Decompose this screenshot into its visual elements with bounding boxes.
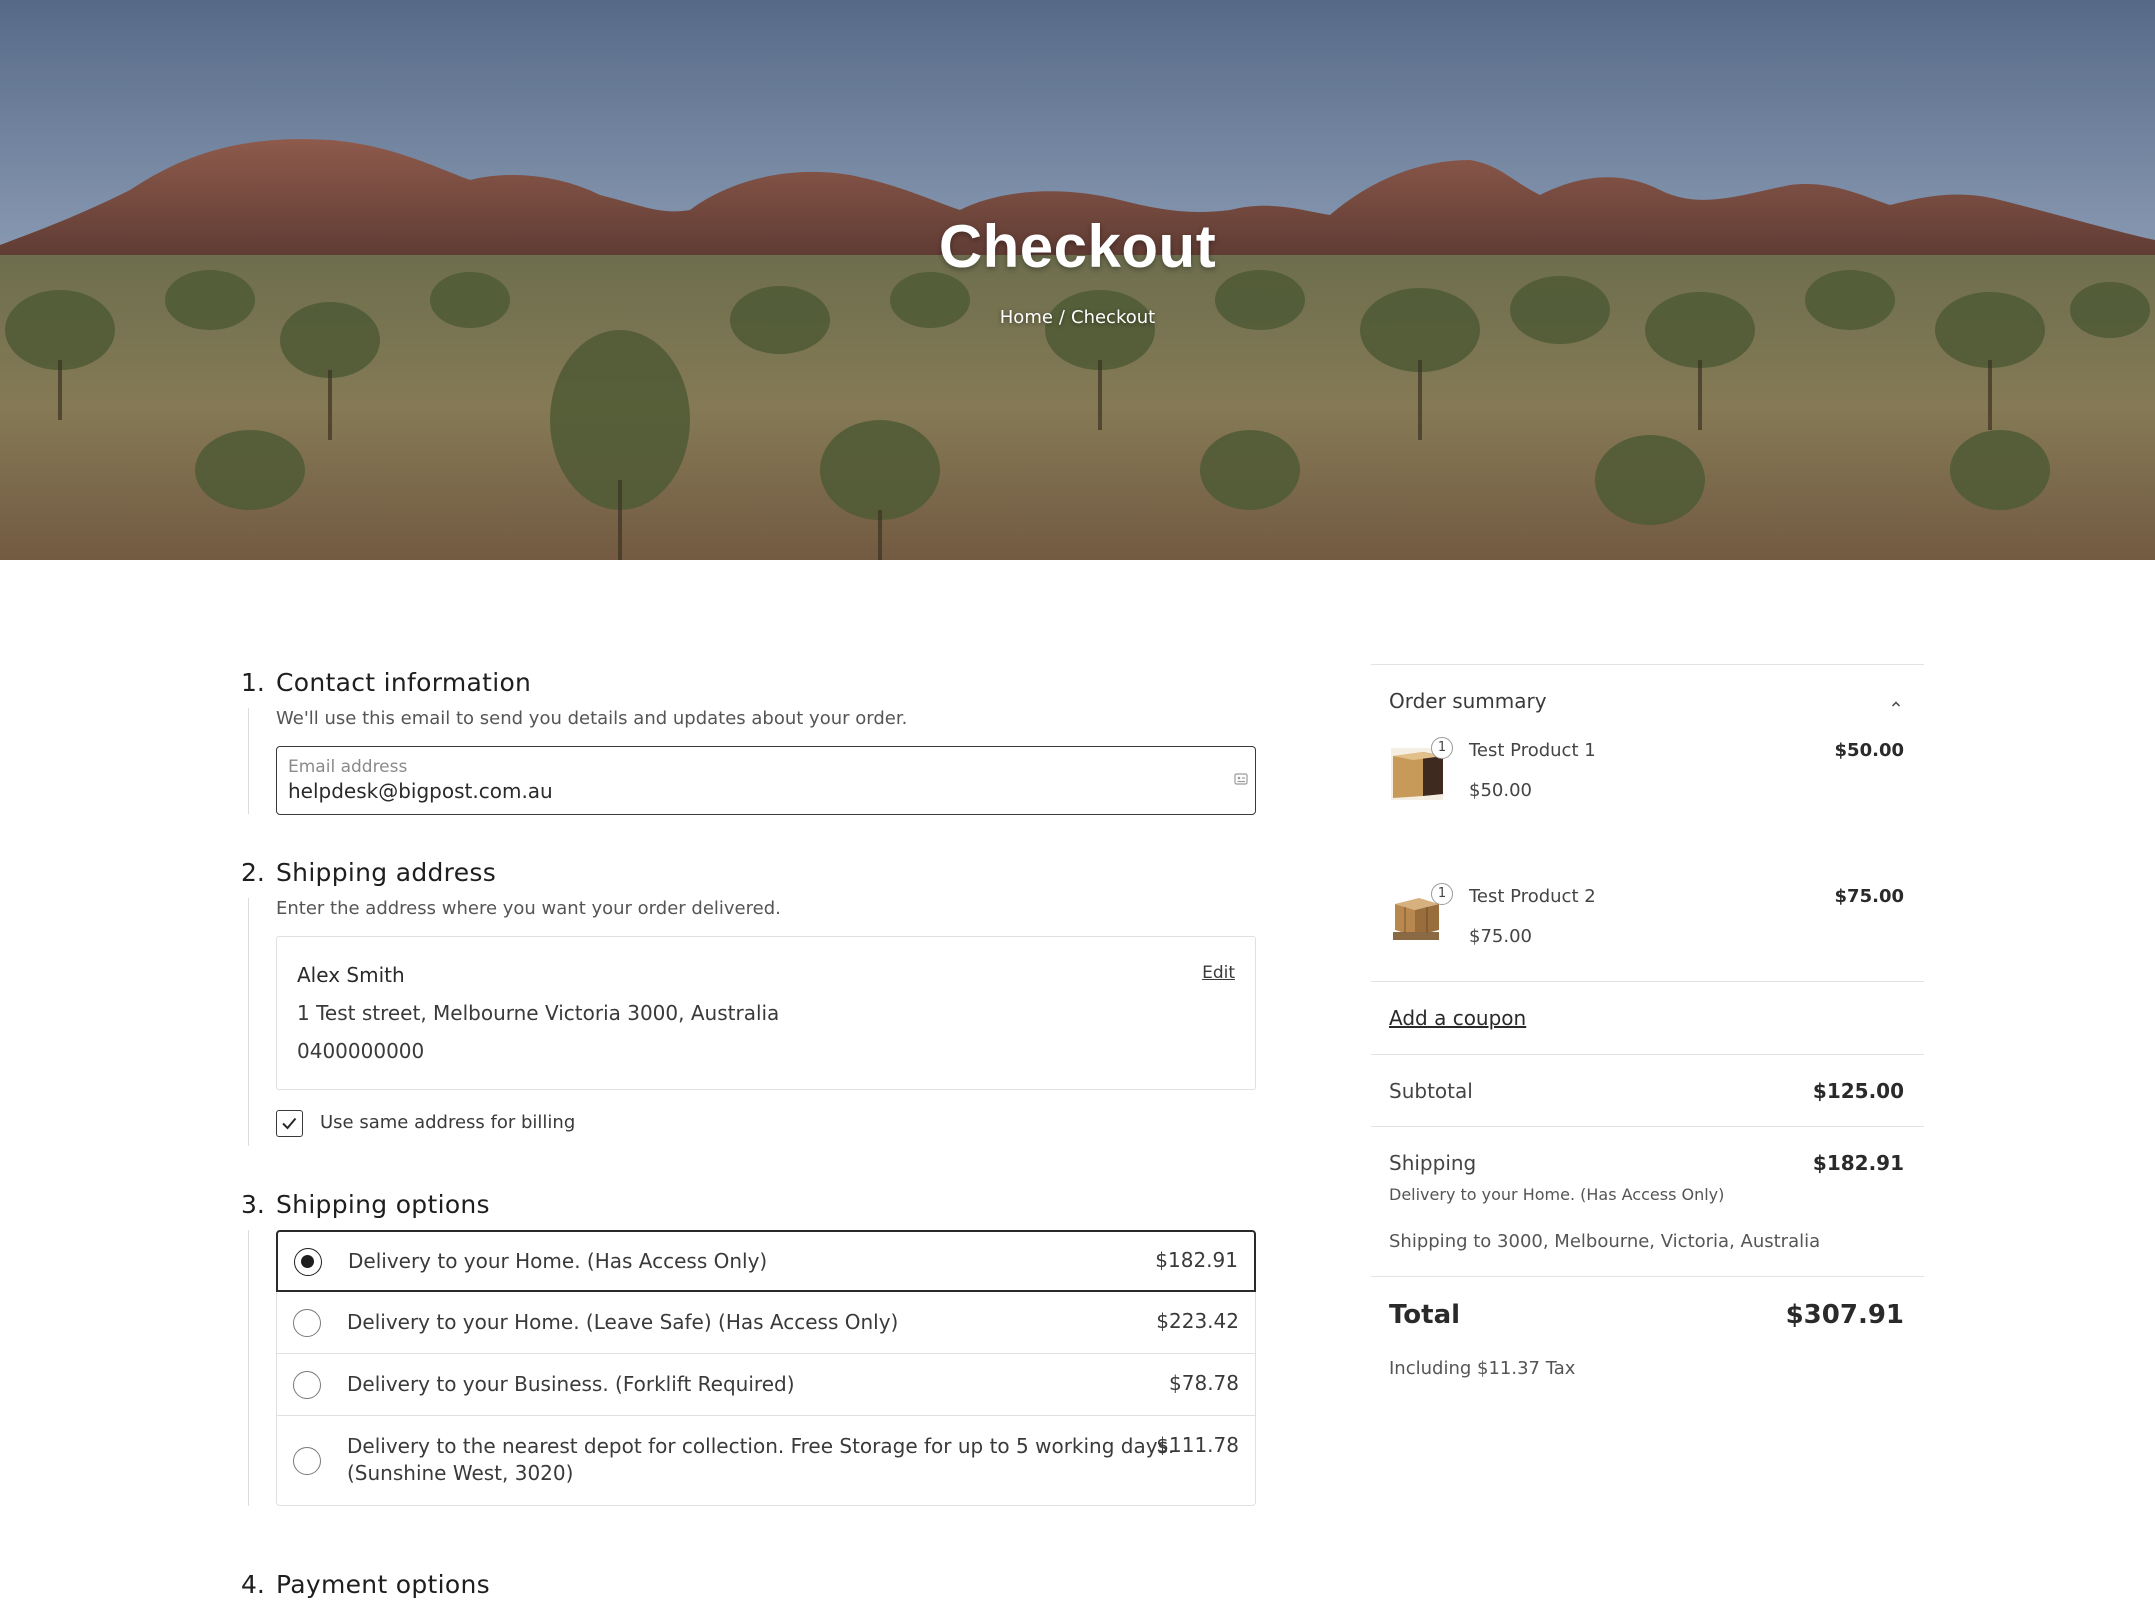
payment-options-section-title: Payment options bbox=[276, 1570, 490, 1599]
shipping-option-label: Delivery to your Business. (Forklift Req… bbox=[347, 1372, 795, 1396]
product-name: Test Product 2 bbox=[1469, 886, 1596, 907]
checkmark-icon bbox=[282, 1117, 297, 1130]
breadcrumb-home-link[interactable]: Home bbox=[1000, 307, 1053, 328]
shipping-option-radio[interactable] bbox=[294, 1248, 322, 1276]
contact-section-description: We'll use this email to send you details… bbox=[276, 708, 908, 729]
product-line-total: $50.00 bbox=[1834, 740, 1904, 761]
shipping-options-list: Delivery to your Home. (Has Access Only)… bbox=[276, 1230, 1256, 1506]
shipping-option[interactable]: Delivery to your Home. (Has Access Only)… bbox=[276, 1230, 1256, 1292]
shipping-option[interactable]: Delivery to your Business. (Forklift Req… bbox=[276, 1354, 1256, 1416]
chevron-up-icon[interactable] bbox=[1889, 697, 1903, 711]
quantity-badge: 1 bbox=[1431, 737, 1453, 759]
shipping-address-section-title: Shipping address bbox=[276, 858, 497, 887]
divider bbox=[1371, 664, 1924, 665]
subtotal-label: Subtotal bbox=[1389, 1079, 1473, 1103]
shipping-label: Shipping bbox=[1389, 1151, 1477, 1175]
breadcrumb-current: Checkout bbox=[1071, 307, 1156, 328]
step-connector-line bbox=[248, 708, 249, 814]
shipping-value: $182.91 bbox=[1812, 1151, 1904, 1175]
shipping-option-label: Delivery to your Home. (Has Access Only) bbox=[348, 1249, 768, 1273]
billing-same-checkbox-label[interactable]: Use same address for billing bbox=[320, 1112, 575, 1133]
email-field[interactable]: Email address helpdesk@bigpost.com.au bbox=[276, 746, 1256, 815]
divider bbox=[1371, 981, 1924, 982]
step-number: 4. bbox=[241, 1570, 265, 1599]
step-number: 3. bbox=[241, 1190, 265, 1219]
shipping-option-label: Delivery to the nearest depot for collec… bbox=[347, 1434, 1175, 1458]
add-coupon-link[interactable]: Add a coupon bbox=[1389, 1006, 1526, 1030]
shipping-option-price: $182.91 bbox=[1155, 1248, 1238, 1272]
divider bbox=[1371, 1276, 1924, 1277]
shipping-option-sublabel: (Sunshine West, 3020) bbox=[347, 1461, 574, 1485]
shipping-address-section-description: Enter the address where you want your or… bbox=[276, 898, 781, 919]
product-line-total: $75.00 bbox=[1834, 886, 1904, 907]
page-title: Checkout bbox=[938, 213, 1217, 280]
email-field-value[interactable]: helpdesk@bigpost.com.au bbox=[288, 779, 553, 803]
shipping-option-price: $223.42 bbox=[1156, 1309, 1239, 1333]
step-number: 2. bbox=[241, 858, 265, 887]
total-label: Total bbox=[1389, 1300, 1461, 1330]
breadcrumb: Home / Checkout bbox=[0, 307, 2155, 328]
product-unit-price: $50.00 bbox=[1469, 780, 1532, 801]
step-connector-line bbox=[248, 1230, 249, 1506]
autofill-icon[interactable] bbox=[1233, 771, 1249, 787]
shipping-option-radio[interactable] bbox=[293, 1309, 321, 1337]
shipping-option-price: $111.78 bbox=[1156, 1433, 1239, 1457]
billing-same-checkbox[interactable] bbox=[276, 1110, 303, 1137]
order-summary-toggle[interactable]: Order summary bbox=[1389, 689, 1547, 713]
address-name: Alex Smith bbox=[297, 963, 405, 987]
address-phone: 0400000000 bbox=[297, 1039, 425, 1063]
hero-banner: Checkout Home / Checkout bbox=[0, 0, 2155, 560]
shipping-option-radio[interactable] bbox=[293, 1447, 321, 1475]
edit-address-link[interactable]: Edit bbox=[1202, 963, 1235, 983]
shipping-address-card: Alex Smith Edit 1 Test street, Melbourne… bbox=[276, 936, 1256, 1090]
quantity-badge: 1 bbox=[1431, 883, 1453, 905]
email-field-label: Email address bbox=[288, 757, 408, 777]
shipping-destination: Shipping to 3000, Melbourne, Victoria, A… bbox=[1389, 1231, 1821, 1252]
tax-note: Including $11.37 Tax bbox=[1389, 1358, 1576, 1379]
breadcrumb-separator: / bbox=[1058, 307, 1065, 328]
step-connector-line bbox=[248, 898, 249, 1146]
divider bbox=[1371, 1054, 1924, 1055]
shipping-options-section-title: Shipping options bbox=[276, 1190, 490, 1219]
shipping-option[interactable]: Delivery to your Home. (Leave Safe) (Has… bbox=[276, 1292, 1256, 1354]
shipping-option-label: Delivery to your Home. (Leave Safe) (Has… bbox=[347, 1310, 899, 1334]
shipping-option-price: $78.78 bbox=[1169, 1371, 1239, 1395]
shipping-option[interactable]: Delivery to the nearest depot for collec… bbox=[276, 1416, 1256, 1506]
step-number: 1. bbox=[241, 668, 265, 697]
divider bbox=[1371, 1126, 1924, 1127]
contact-section-title: Contact information bbox=[276, 668, 532, 697]
product-unit-price: $75.00 bbox=[1469, 926, 1532, 947]
total-value: $307.91 bbox=[1785, 1300, 1904, 1330]
subtotal-value: $125.00 bbox=[1812, 1079, 1904, 1103]
shipping-method: Delivery to your Home. (Has Access Only) bbox=[1389, 1185, 1725, 1204]
address-line: 1 Test street, Melbourne Victoria 3000, … bbox=[297, 1001, 780, 1025]
product-name: Test Product 1 bbox=[1469, 740, 1596, 761]
shipping-option-radio[interactable] bbox=[293, 1371, 321, 1399]
